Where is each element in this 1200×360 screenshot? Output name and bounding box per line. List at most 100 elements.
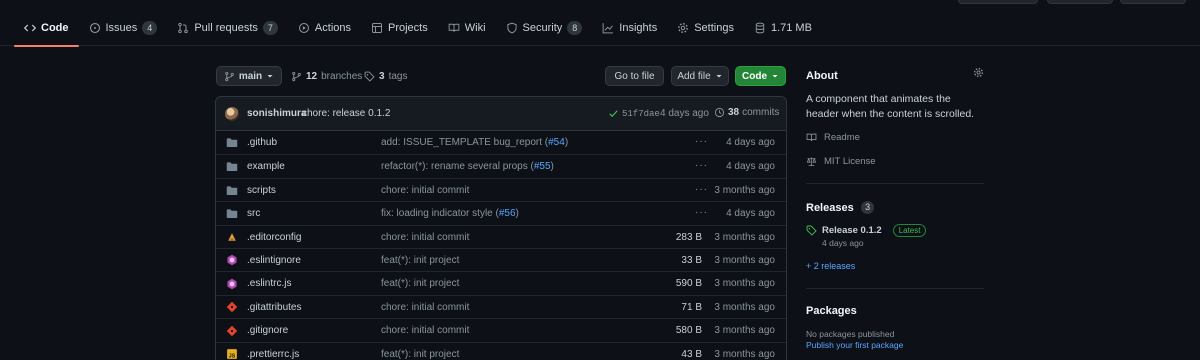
security-counter: 8 — [567, 21, 583, 35]
file-size: 590 B — [675, 278, 702, 290]
license-link[interactable]: MIT License — [806, 156, 876, 167]
file-name[interactable]: .github — [247, 137, 277, 148]
readme-link[interactable]: Readme — [806, 132, 860, 143]
tab-projects[interactable]: Projects — [361, 10, 438, 46]
file-rows: .github add: ISSUE_TEMPLATE bug_report (#… — [216, 131, 786, 360]
tab-issues[interactable]: Issues 4 — [79, 10, 168, 46]
commits-link[interactable]: 38 commits — [714, 107, 779, 118]
file-name[interactable]: .editorconfig — [247, 232, 301, 243]
file-name[interactable]: .gitignore — [247, 325, 288, 336]
check-icon[interactable] — [608, 108, 619, 119]
table-row[interactable]: .github add: ISSUE_TEMPLATE bug_report (#… — [216, 131, 786, 154]
tags-link[interactable]: 3 tags — [364, 66, 407, 86]
go-to-file-button[interactable]: Go to file — [605, 66, 664, 86]
ellipsis-button[interactable]: ··· — [695, 160, 708, 171]
releases-title: Releases — [806, 202, 854, 214]
tab-code[interactable]: Code — [14, 10, 79, 47]
more-releases-link[interactable]: + 2 releases — [806, 261, 855, 271]
tab-pull-requests[interactable]: Pull requests 7 — [167, 10, 288, 46]
database-icon — [754, 22, 771, 34]
commit-sha[interactable]: 51f7dae — [622, 109, 660, 119]
table-row[interactable]: .editorconfig chore: initial commit 283 B 3… — [216, 224, 786, 248]
ellipsis-button[interactable]: ··· — [695, 136, 708, 147]
tab-insights[interactable]: Insights — [592, 10, 667, 46]
ellipsis-button[interactable]: ··· — [695, 184, 708, 195]
branch-select-button[interactable]: main — [216, 66, 282, 86]
tab-security[interactable]: Security 8 — [496, 10, 593, 46]
star-button[interactable] — [1047, 0, 1113, 4]
releases-header[interactable]: Releases 3 — [806, 200, 875, 214]
file-commit-message[interactable]: feat(*): init project — [381, 255, 459, 266]
commit-message-text: chore: initial commit — [381, 231, 470, 243]
issues-counter: 4 — [142, 21, 158, 35]
file-time: 3 months ago — [714, 254, 775, 266]
file-commit-message[interactable]: add: ISSUE_TEMPLATE bug_report (#54) — [381, 137, 568, 148]
file-commit-message[interactable]: chore: initial commit — [381, 302, 469, 313]
file-commit-message[interactable]: chore: initial commit — [381, 185, 469, 196]
fork-button[interactable] — [1120, 0, 1186, 4]
commit-message-end: ) — [550, 161, 554, 173]
table-row[interactable]: .gitignore chore: initial commit 580 B 3 mo… — [216, 318, 786, 341]
shield-icon — [506, 22, 523, 34]
tab-actions[interactable]: Actions — [288, 10, 361, 46]
file-time: 3 months ago — [714, 231, 775, 243]
pull-request-link[interactable]: #55 — [534, 161, 551, 172]
ellipsis-button[interactable]: ··· — [695, 207, 708, 218]
tab-label: Settings — [694, 22, 734, 34]
table-row[interactable]: JS .prettierrc.js feat(*): init project 43 … — [216, 341, 786, 360]
table-row[interactable]: .eslintrc.js feat(*): init project 590 B 3 … — [216, 271, 786, 294]
file-name[interactable]: .eslintignore — [247, 255, 301, 266]
file-name[interactable]: .eslintrc.js — [247, 278, 291, 289]
file-list: sonishimura chore: release 0.1.2 51f7dae… — [215, 96, 787, 360]
tab-wiki[interactable]: Wiki — [438, 10, 496, 46]
publish-package-link[interactable]: Publish your first package — [806, 340, 903, 350]
commit-message-text: refactor(*): rename several props ( — [381, 161, 534, 173]
file-commit-message[interactable]: feat(*): init project — [381, 349, 459, 360]
add-file-button[interactable]: Add file — [671, 66, 729, 86]
license-label: MIT License — [824, 156, 876, 167]
file-commit-message[interactable]: feat(*): init project — [381, 278, 459, 289]
file-name[interactable]: example — [247, 161, 285, 172]
branch-name: main — [238, 70, 263, 82]
commit-author[interactable]: sonishimura — [247, 108, 306, 119]
file-time: 4 days ago — [726, 137, 775, 148]
commit-time[interactable]: 4 days ago — [660, 108, 709, 119]
watch-button[interactable] — [958, 0, 1038, 4]
folder-icon — [226, 208, 238, 219]
gear-icon[interactable] — [973, 67, 984, 78]
tab-label: Actions — [314, 22, 351, 34]
file-name[interactable]: .gitattributes — [247, 302, 301, 313]
branches-link[interactable]: 12 branches — [291, 66, 362, 86]
tab-label: Projects — [388, 22, 428, 34]
code-button[interactable]: Code — [735, 66, 786, 86]
go-to-file-label: Go to file — [614, 70, 655, 82]
file-time: 3 months ago — [714, 184, 775, 196]
file-name[interactable]: .prettierrc.js — [247, 349, 299, 360]
repo-nav: Code Issues 4 Pull requests 7 Actions Pr… — [0, 10, 1200, 47]
readme-label: Readme — [824, 132, 860, 143]
commit-message[interactable]: chore: release 0.1.2 — [302, 108, 390, 119]
file-commit-message[interactable]: chore: initial commit — [381, 232, 469, 243]
file-name[interactable]: src — [247, 208, 260, 219]
file-size: 71 B — [681, 301, 702, 313]
table-row[interactable]: src fix: loading indicator style (#56) ···… — [216, 201, 786, 224]
tab-settings[interactable]: Settings — [667, 10, 744, 46]
about-header: About — [806, 67, 984, 82]
file-commit-message[interactable]: fix: loading indicator style (#56) — [381, 208, 519, 219]
file-time: 3 months ago — [714, 278, 775, 290]
latest-release[interactable]: Release 0.1.2 Latest — [806, 224, 927, 237]
git-branch-icon — [291, 71, 302, 82]
book-icon — [448, 22, 465, 34]
branches-label: branches — [321, 70, 363, 82]
file-commit-message[interactable]: refactor(*): rename several props (#55) — [381, 161, 554, 172]
pull-request-link[interactable]: #54 — [548, 137, 565, 148]
packages-title[interactable]: Packages — [806, 305, 857, 317]
pull-request-link[interactable]: #56 — [499, 208, 516, 219]
table-row[interactable]: .eslintignore feat(*): init project 33 B 3 … — [216, 247, 786, 271]
table-row[interactable]: example refactor(*): rename several props… — [216, 154, 786, 177]
file-name[interactable]: scripts — [247, 185, 276, 196]
table-row[interactable]: .gitattributes chore: initial commit 71 B 3… — [216, 294, 786, 318]
avatar[interactable] — [225, 107, 239, 121]
file-commit-message[interactable]: chore: initial commit — [381, 325, 469, 336]
table-row[interactable]: scripts chore: initial commit ··· 3 months … — [216, 177, 786, 201]
